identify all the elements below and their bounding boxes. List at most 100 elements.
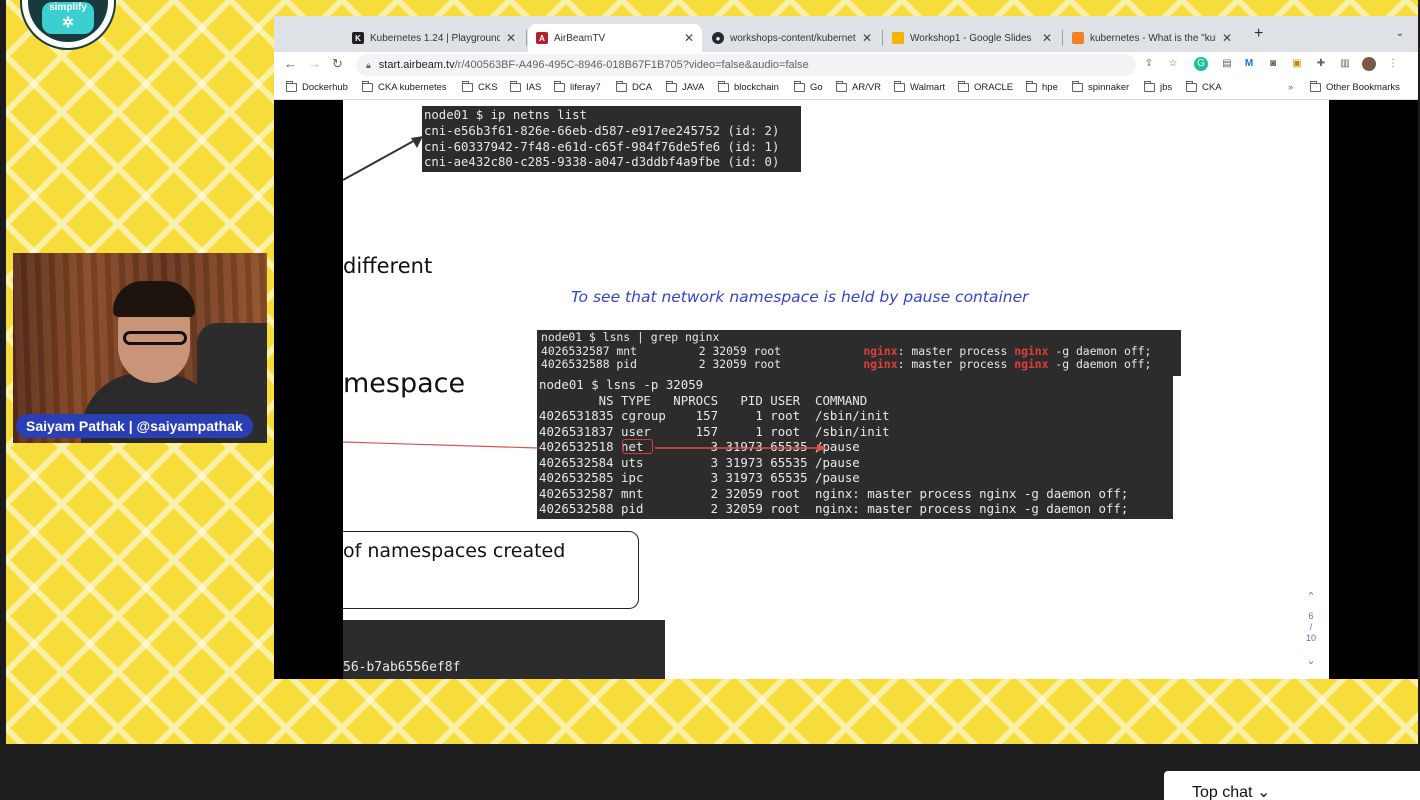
side-panel-icon[interactable]: ▥: [1338, 57, 1352, 71]
mirrored-slide: node01 $ ip netns list cni-e56b3f61-826e…: [343, 100, 1329, 679]
close-tab-icon[interactable]: ✕: [684, 31, 694, 45]
tab-github-workshops[interactable]: ● workshops-content/kubernete ✕: [704, 24, 880, 52]
terminal-partial: 56-b7ab6556ef8f: [343, 620, 665, 679]
url-path: /r/400563BF-A496-495C-8946-018B67F1B705?…: [454, 59, 809, 71]
profile-avatar[interactable]: [1362, 57, 1376, 71]
current-page: 6: [1308, 611, 1314, 621]
bookmark-folder[interactable]: CKA kubernetes: [362, 81, 447, 93]
bookmark-folder[interactable]: spinnaker: [1072, 81, 1129, 93]
terminal-line: 4026532588 pid 2 32059 root nginx: maste…: [541, 357, 1152, 371]
slide-pager: ⌃ 6 / 10 ⌄: [1301, 592, 1321, 667]
tab-stackoverflow[interactable]: kubernetes - What is the "kube ✕: [1064, 24, 1240, 52]
extension-m-icon[interactable]: M: [1242, 57, 1256, 71]
top-chat-selector[interactable]: Top chat ⌄: [1164, 771, 1420, 800]
share-icon[interactable]: ⇪: [1142, 57, 1156, 71]
logo-text: simplify: [49, 2, 87, 13]
extensions-puzzle-icon[interactable]: ✚: [1314, 57, 1328, 71]
close-tab-icon[interactable]: ✕: [506, 31, 516, 45]
close-tab-icon[interactable]: ✕: [862, 31, 872, 45]
bookmark-folder[interactable]: hpe: [1026, 81, 1058, 93]
github-icon: ●: [712, 32, 724, 44]
terminal-line: 4026531835 cgroup 157 1 root /sbin/init: [539, 408, 890, 423]
terminal-line: node01 $ lsns | grep nginx: [541, 330, 720, 344]
folder-icon: [836, 81, 847, 92]
terminal-line: node01 $ lsns -p 32059: [539, 377, 704, 392]
stackoverflow-icon: [1072, 32, 1084, 44]
bookmarks-overflow-button[interactable]: »: [1288, 82, 1293, 93]
arrow-to-netns: [343, 136, 423, 181]
handwritten-caption: To see that network namespace is held by…: [571, 288, 1029, 306]
browser-toolbar: ← → ↻ 🔒︎ start.airbeam.tv/r/400563BF-A49…: [274, 52, 1418, 78]
folder-icon: [462, 81, 473, 92]
page-separator: /: [1309, 622, 1313, 632]
tab-search-chevron-icon[interactable]: ⌄: [1396, 28, 1404, 39]
tab-bar: K Kubernetes 1.24 | Playgrounds ✕ A AirB…: [274, 16, 1418, 52]
terminal-line: 56-b7ab6556ef8f: [343, 660, 461, 675]
close-tab-icon[interactable]: ✕: [1042, 31, 1052, 45]
lock-icon: 🔒︎: [366, 59, 371, 70]
handwritten-text-created: of namespaces created: [343, 540, 566, 562]
folder-icon: [362, 81, 373, 92]
grammarly-extension-icon[interactable]: G: [1194, 57, 1208, 71]
bookmark-folder[interactable]: jbs: [1144, 81, 1172, 93]
folder-icon: [1026, 81, 1037, 92]
net-highlight-box: [622, 439, 653, 454]
total-pages: 10: [1305, 633, 1316, 643]
channel-logo: simplify ✲: [22, 0, 114, 48]
bookmark-folder[interactable]: Dockerhub: [286, 81, 348, 93]
tab-airbeamtv[interactable]: A AirBeamTV ✕: [528, 24, 702, 52]
forward-button[interactable]: →: [308, 56, 321, 71]
tab-google-slides[interactable]: Workshop1 - Google Slides ✕: [884, 24, 1060, 52]
bookmark-folder[interactable]: blockchain: [718, 81, 779, 93]
bookmark-folder[interactable]: JAVA: [666, 81, 704, 93]
address-bar[interactable]: 🔒︎ start.airbeam.tv/r/400563BF-A496-495C…: [356, 54, 1136, 76]
browser-menu-icon[interactable]: ⋮: [1386, 57, 1400, 71]
reload-button[interactable]: ↻: [332, 56, 343, 72]
chevron-down-icon[interactable]: ⌄: [1301, 656, 1321, 667]
bookmark-folder[interactable]: Walmart: [894, 81, 945, 93]
terminal-line: 4026532588 pid 2 32059 root nginx: maste…: [539, 501, 1129, 516]
chevron-up-icon[interactable]: ⌃: [1301, 592, 1321, 603]
extension-bookmark-icon[interactable]: ▣: [1290, 57, 1304, 71]
handwritten-text-namespace: mespace: [343, 368, 466, 399]
terminal-line: cni-60337942-7f48-e61d-c65f-984f76de5fe6…: [424, 139, 780, 154]
folder-icon: [286, 81, 297, 92]
airbeam-viewer: node01 $ ip netns list cni-e56b3f61-826e…: [274, 100, 1418, 679]
bookmark-folder[interactable]: IAS: [510, 81, 541, 93]
folder-icon: [554, 81, 565, 92]
folder-icon: [958, 81, 969, 92]
glasses: [123, 331, 187, 345]
new-tab-button[interactable]: +: [1254, 25, 1263, 43]
bookmark-folder[interactable]: CKS: [462, 81, 498, 93]
close-tab-icon[interactable]: ✕: [1222, 31, 1232, 45]
bookmark-folder[interactable]: Go: [794, 81, 823, 93]
tab-kubernetes-playgrounds[interactable]: K Kubernetes 1.24 | Playgrounds ✕: [344, 24, 524, 52]
screenshot-extension-icon[interactable]: ◙: [1266, 57, 1280, 71]
chevron-down-icon: ⌄: [1256, 784, 1271, 800]
folder-icon: [718, 81, 729, 92]
airbeamtv-icon: A: [536, 32, 548, 44]
extension-notes-icon[interactable]: ▤: [1220, 57, 1234, 71]
folder-icon: [1072, 81, 1083, 92]
red-annotation-arrow: [343, 441, 827, 452]
presenter-name-badge: Saiyam Pathak | @saiyampathak: [16, 414, 253, 438]
folder-icon: [894, 81, 905, 92]
folder-icon: [1186, 81, 1197, 92]
bookmark-folder[interactable]: ORACLE: [958, 81, 1013, 93]
terminal-line: cni-ae432c80-c285-9338-a047-d3ddbf4a9fbe…: [424, 155, 780, 170]
kubernetes-wheel-icon: ✲: [62, 14, 74, 30]
bookmark-folder[interactable]: DCA: [616, 81, 652, 93]
bookmark-folder[interactable]: AR/VR: [836, 81, 881, 93]
terminal-line: 4026532587 mnt 2 32059 root nginx: maste…: [539, 485, 1129, 501]
bookmark-folder[interactable]: liferay7: [554, 81, 601, 93]
url-host: start.airbeam.tv: [378, 59, 455, 71]
terminal-line: node01 $ ip netns list: [424, 108, 587, 122]
bookmarks-bar: Dockerhub CKA kubernetes CKS IAS liferay…: [274, 78, 1418, 100]
bookmark-folder[interactable]: CKA: [1186, 81, 1222, 93]
terminal-netns-list: node01 $ ip netns list cni-e56b3f61-826e…: [422, 106, 801, 172]
bookmark-star-icon[interactable]: ☆: [1166, 57, 1180, 71]
back-button[interactable]: ←: [284, 56, 297, 71]
browser-window: K Kubernetes 1.24 | Playgrounds ✕ A AirB…: [274, 16, 1418, 679]
terminal-line: NS TYPE NPROCS PID USER COMMAND: [539, 392, 868, 408]
other-bookmarks[interactable]: Other Bookmarks: [1310, 81, 1400, 93]
